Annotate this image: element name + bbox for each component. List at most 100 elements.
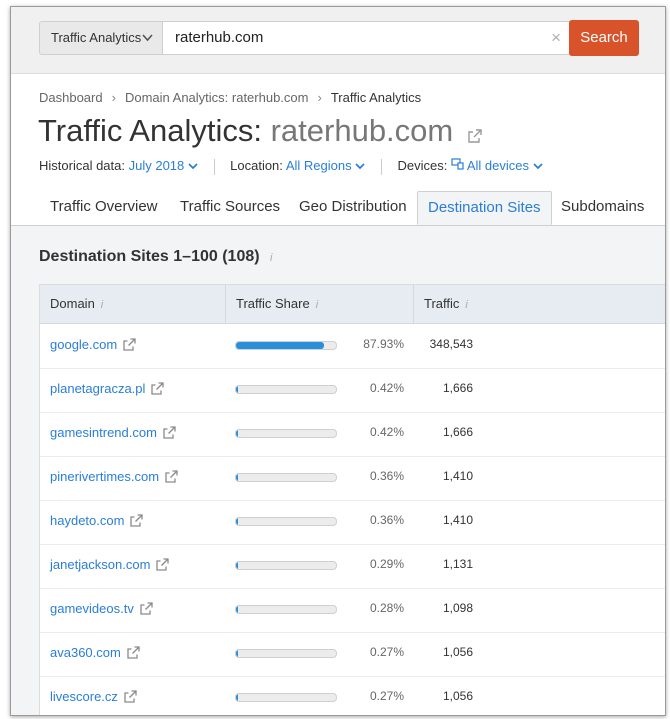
database-select[interactable]: Traffic Analytics: [39, 21, 163, 55]
column-header-traffic-share[interactable]: Traffic Share i: [236, 285, 318, 323]
traffic-share-bar-fill: [236, 342, 324, 349]
external-link-icon[interactable]: [151, 382, 165, 398]
section-range: 1–100: [173, 248, 218, 265]
divider: [380, 158, 382, 175]
external-link-icon[interactable]: [165, 470, 178, 486]
traffic-share-value: 0.27%: [369, 689, 404, 703]
external-link-icon[interactable]: [127, 646, 140, 662]
column-header-traffic[interactable]: Traffic i: [424, 285, 468, 323]
external-link-icon[interactable]: [124, 690, 137, 706]
traffic-share-bar: [235, 341, 337, 350]
traffic-share-bar-fill: [236, 606, 238, 613]
traffic-value: 1,666: [442, 425, 473, 439]
traffic-share-bar-fill: [236, 562, 238, 569]
chevron-right-icon: ›: [317, 90, 322, 105]
traffic-share-bar-fill: [236, 518, 238, 525]
historical-data-value: July 2018: [128, 158, 185, 173]
table-row: gamesintrend.com 0.42% 1,666: [40, 412, 665, 457]
table-row: livescore.cz 0.27% 1,056: [40, 676, 665, 715]
devices-label: Devices:: [397, 158, 448, 173]
external-link-icon[interactable]: [130, 514, 144, 530]
traffic-share-bar: [235, 649, 337, 658]
chevron-down-icon: [142, 22, 153, 67]
info-icon[interactable]: i: [101, 299, 103, 311]
search-input[interactable]: raterhub.com ×: [163, 21, 570, 55]
traffic-value: 1,131: [442, 557, 473, 571]
traffic-share-bar-fill: [236, 694, 238, 701]
domain-link[interactable]: google.com: [50, 337, 136, 354]
traffic-share-bar: [235, 561, 337, 570]
domain-link[interactable]: livescore.cz: [50, 689, 137, 706]
domain-link[interactable]: gamesintrend.com: [50, 425, 176, 442]
section-total: (108): [222, 248, 260, 265]
column-divider: [225, 285, 226, 323]
domain-name: gamesintrend.com: [50, 425, 157, 440]
domain-link[interactable]: pinerivertimes.com: [50, 469, 178, 486]
external-link-icon[interactable]: [123, 338, 136, 354]
column-header-label: Traffic: [424, 296, 460, 311]
domain-link[interactable]: planetagracza.pl: [50, 381, 165, 398]
tab-traffic-sources[interactable]: Traffic Sources: [180, 191, 280, 225]
location-label: Location:: [230, 158, 283, 173]
section-title: Destination Sites 1–100 (108) i: [39, 248, 272, 266]
devices-icon: [451, 158, 464, 170]
traffic-share-value: 0.28%: [369, 601, 404, 615]
traffic-share-bar-fill: [236, 474, 238, 481]
traffic-share-bar: [235, 517, 337, 526]
traffic-share-bar: [235, 429, 337, 438]
domain-link[interactable]: ava360.com: [50, 645, 140, 662]
traffic-value: 1,410: [442, 469, 473, 483]
search-button[interactable]: Search: [569, 20, 639, 56]
table-header: Domain i Traffic Share i Traffic i: [40, 285, 665, 324]
traffic-share-value: 0.42%: [369, 425, 404, 439]
location-dropdown[interactable]: All Regions: [286, 158, 365, 173]
domain-link[interactable]: gamevideos.tv: [50, 601, 153, 618]
column-header-domain[interactable]: Domain i: [50, 285, 103, 323]
chevron-down-icon: [355, 163, 365, 170]
domain-name: pinerivertimes.com: [50, 469, 160, 484]
domain-link[interactable]: haydeto.com: [50, 513, 144, 530]
traffic-share-value: 0.27%: [369, 645, 404, 659]
table-row: gamevideos.tv 0.28% 1,098: [40, 588, 665, 633]
traffic-share-bar: [235, 385, 337, 394]
app-window: Traffic Analytics raterhub.com × Search …: [10, 6, 666, 716]
breadcrumb: Dashboard › Domain Analytics: raterhub.com…: [39, 90, 421, 105]
destination-sites-table: Domain i Traffic Share i Traffic i google.c…: [39, 284, 665, 715]
tab-geo-distribution[interactable]: Geo Distribution: [299, 191, 407, 225]
devices-dropdown[interactable]: All devices: [451, 158, 543, 173]
external-link-icon[interactable]: [140, 602, 153, 618]
info-icon[interactable]: i: [465, 299, 467, 311]
table-row: pinerivertimes.com 0.36% 1,410: [40, 456, 665, 501]
external-link-icon[interactable]: [468, 115, 482, 151]
external-link-icon[interactable]: [163, 426, 176, 442]
tab-subdomains[interactable]: Subdomains: [561, 191, 644, 225]
table-row: haydeto.com 0.36% 1,410: [40, 500, 665, 545]
destination-sites-panel: Destination Sites 1–100 (108) i Domain i …: [11, 226, 665, 715]
domain-name: janetjackson.com: [50, 557, 151, 572]
info-icon[interactable]: i: [270, 252, 272, 264]
traffic-value: 1,056: [442, 645, 473, 659]
close-icon[interactable]: ×: [551, 22, 561, 54]
info-icon[interactable]: i: [316, 299, 318, 311]
divider: [213, 158, 215, 175]
devices-value: All devices: [466, 158, 529, 173]
domain-link[interactable]: janetjackson.com: [50, 557, 170, 574]
column-header-label: Domain: [50, 296, 95, 311]
breadcrumb-item[interactable]: Domain Analytics: raterhub.com: [125, 90, 309, 105]
page-title-prefix: Traffic Analytics:: [38, 113, 262, 148]
historical-data-dropdown[interactable]: July 2018: [129, 158, 198, 173]
domain-name: planetagracza.pl: [50, 381, 146, 396]
tab-destination-sites[interactable]: Destination Sites: [417, 191, 552, 225]
traffic-value: 1,056: [442, 689, 473, 703]
breadcrumb-item[interactable]: Dashboard: [39, 90, 103, 105]
tab-bar: Traffic Overview Traffic Sources Geo Dis…: [11, 191, 665, 226]
table-row: planetagracza.pl 0.42% 1,666: [40, 368, 665, 413]
external-link-icon[interactable]: [156, 558, 170, 574]
domain-name: ava360.com: [50, 645, 121, 660]
traffic-value: 348,543: [429, 337, 473, 351]
domain-name: haydeto.com: [50, 513, 125, 528]
traffic-share-bar: [235, 605, 337, 614]
traffic-share-bar: [235, 473, 337, 482]
tab-traffic-overview[interactable]: Traffic Overview: [50, 191, 158, 225]
traffic-share-bar-fill: [236, 386, 238, 393]
